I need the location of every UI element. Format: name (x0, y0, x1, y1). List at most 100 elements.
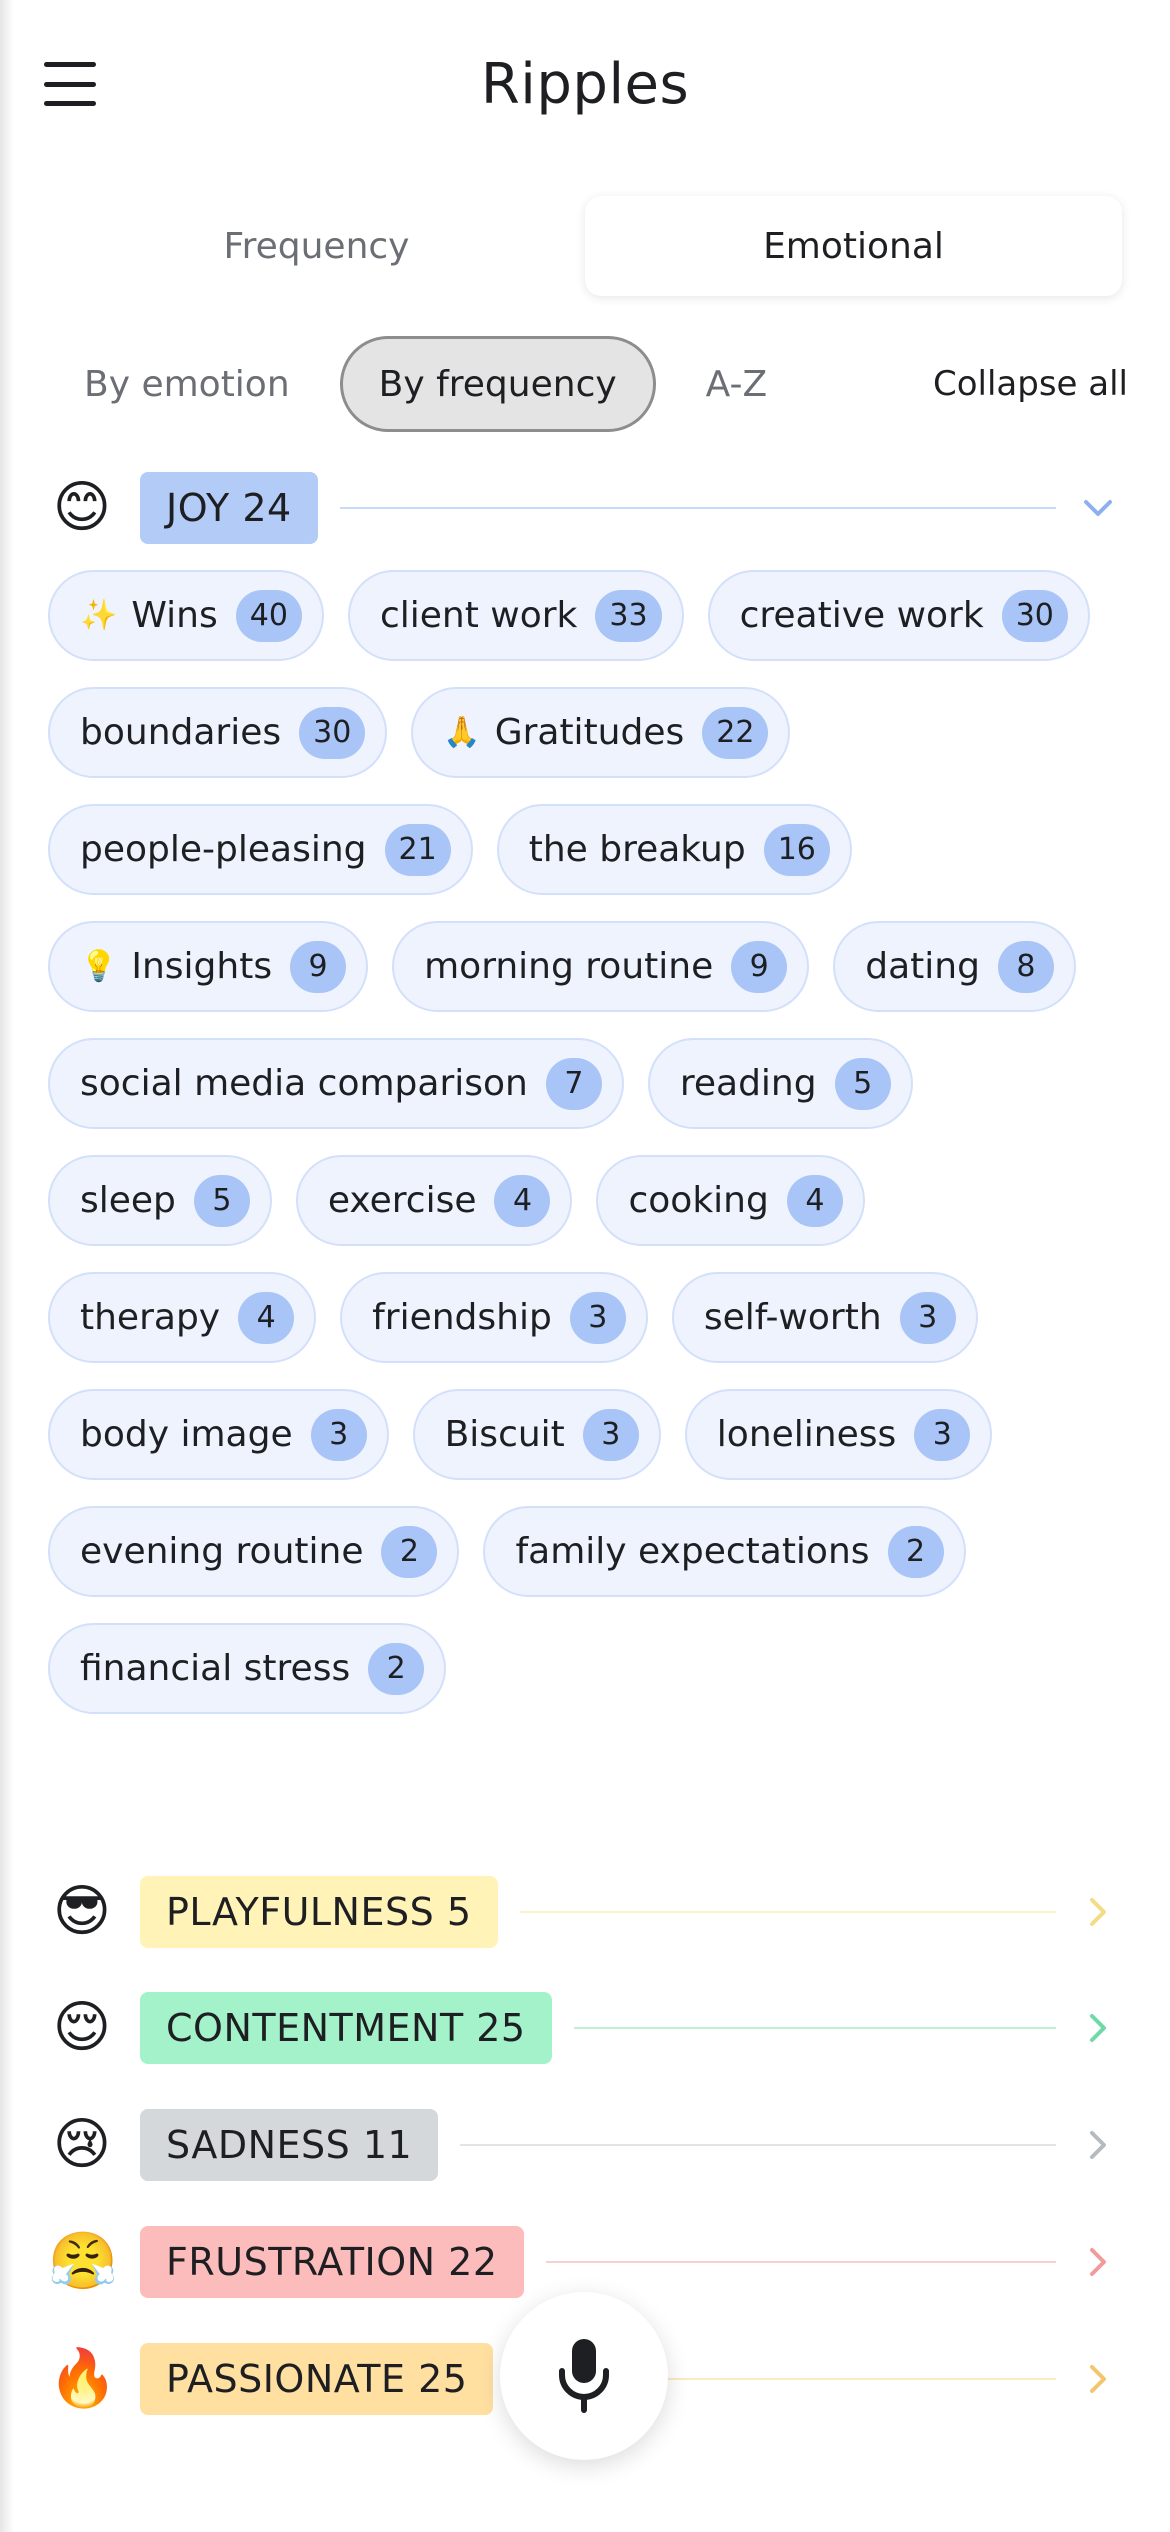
topic-chip[interactable]: dating 8 (833, 921, 1076, 1012)
topic-chip[interactable]: ✨ Wins 40 (48, 570, 324, 661)
topic-count-badge: 2 (368, 1642, 425, 1695)
topic-label: body image (80, 1414, 293, 1455)
category-badge: SADNESS 11 (140, 2109, 439, 2181)
topic-label: people-pleasing (80, 829, 367, 870)
category-badge: JOY 24 (140, 472, 318, 544)
topic-chip[interactable]: creative work 30 (707, 570, 1090, 661)
category-badge: FRUSTRATION 22 (140, 2226, 524, 2298)
topic-count-badge: 21 (384, 823, 451, 876)
chevron-right-icon[interactable] (1078, 2242, 1118, 2282)
microphone-icon (559, 2339, 609, 2413)
topic-chip[interactable]: exercise 4 (295, 1155, 573, 1246)
topic-chip[interactable]: body image 3 (48, 1389, 389, 1480)
chevron-right-icon[interactable] (1078, 1892, 1118, 1932)
topic-count-badge: 2 (381, 1525, 438, 1578)
category-badge: PLAYFULNESS 5 (140, 1876, 498, 1948)
topic-chip[interactable]: reading 5 (647, 1038, 913, 1129)
topic-label: Gratitudes (494, 712, 685, 753)
sort-a-z[interactable]: A-Z (670, 336, 804, 432)
category-row-joy[interactable]: 😊 JOY 24 (48, 470, 1118, 546)
topic-count-badge: 4 (494, 1174, 551, 1227)
topic-count-badge: 4 (238, 1291, 295, 1344)
topic-chip[interactable]: 💡 Insights 9 (48, 921, 369, 1012)
page-title: Ripples (480, 52, 690, 117)
topic-chip[interactable]: financial stress 2 (48, 1623, 447, 1714)
topic-chip[interactable]: sleep 5 (48, 1155, 272, 1246)
tab-frequency[interactable]: Frequency (48, 196, 585, 296)
topic-label: morning routine (424, 946, 714, 987)
category-emoji: 🔥 (48, 2346, 118, 2411)
app-header: Ripples (0, 0, 1170, 180)
collapse-all-button[interactable]: Collapse all (933, 364, 1128, 404)
record-button[interactable] (500, 2292, 668, 2460)
topic-label: the breakup (528, 829, 746, 870)
topic-label: family expectations (515, 1531, 870, 1572)
category-divider (460, 2144, 1056, 2146)
topic-count-badge: 8 (997, 940, 1054, 993)
topic-label: sleep (80, 1180, 176, 1221)
topic-count-badge: 3 (569, 1291, 626, 1344)
drawer-edge-shadow (0, 0, 14, 2532)
topic-label: Insights (131, 946, 273, 987)
topic-chip[interactable]: client work 33 (347, 570, 684, 661)
tab-emotional[interactable]: Emotional (585, 196, 1122, 296)
topic-chip[interactable]: Biscuit 3 (412, 1389, 661, 1480)
topic-count-badge: 3 (899, 1291, 956, 1344)
topic-label: reading (679, 1063, 817, 1104)
topic-count-badge: 5 (834, 1057, 891, 1110)
category-divider (573, 2027, 1056, 2029)
topic-label: client work (379, 595, 578, 636)
topic-label: therapy (80, 1297, 221, 1338)
topic-count-badge: 3 (582, 1408, 639, 1461)
category-emoji: 😤 (48, 2229, 118, 2294)
topic-chip[interactable]: loneliness 3 (684, 1389, 993, 1480)
sort-by-frequency[interactable]: By frequency (339, 336, 656, 432)
chevron-right-icon[interactable] (1078, 2008, 1118, 2048)
topic-chip[interactable]: people-pleasing 21 (48, 804, 473, 895)
topic-count-badge: 30 (299, 706, 366, 759)
topic-count-badge: 4 (786, 1174, 843, 1227)
topic-count-badge: 16 (763, 823, 830, 876)
category-emoji: 😌 (52, 1995, 112, 2060)
topic-chip[interactable]: friendship 3 (340, 1272, 648, 1363)
topic-label: cooking (628, 1180, 769, 1221)
topic-count-badge: 5 (193, 1174, 250, 1227)
category-row-contentment[interactable]: 😌 CONTENTMENT 25 (48, 1990, 1118, 2066)
topic-chip[interactable]: boundaries 30 (48, 687, 388, 778)
topic-chip[interactable]: family expectations 2 (483, 1506, 966, 1597)
category-divider (519, 1911, 1056, 1913)
topic-chip[interactable]: morning routine 9 (392, 921, 810, 1012)
topic-count-badge: 9 (731, 940, 788, 993)
topic-count-badge: 3 (914, 1408, 971, 1461)
topic-chip[interactable]: therapy 4 (48, 1272, 317, 1363)
topic-chip[interactable]: evening routine 2 (48, 1506, 460, 1597)
topic-count-badge: 3 (310, 1408, 367, 1461)
topic-count-badge: 2 (887, 1525, 944, 1578)
topic-label: loneliness (716, 1414, 897, 1455)
topic-emoji: 💡 (80, 949, 118, 984)
chevron-right-icon[interactable] (1078, 2359, 1118, 2399)
chevron-right-icon[interactable] (1078, 2125, 1118, 2165)
category-emoji: 😊 (52, 475, 112, 540)
topic-chip[interactable]: self-worth 3 (671, 1272, 978, 1363)
topic-label: evening routine (80, 1531, 364, 1572)
topic-chip[interactable]: cooking 4 (596, 1155, 865, 1246)
chevron-down-icon[interactable] (1078, 488, 1118, 528)
category-badge: CONTENTMENT 25 (140, 1992, 552, 2064)
category-row-playfulness[interactable]: 😎 PLAYFULNESS 5 (48, 1874, 1118, 1950)
topic-label: social media comparison (80, 1063, 528, 1104)
topic-label: exercise (327, 1180, 477, 1221)
topic-chip[interactable]: social media comparison 7 (48, 1038, 624, 1129)
topic-chip[interactable]: the breakup 16 (496, 804, 852, 895)
topic-emoji: ✨ (80, 598, 118, 633)
topic-chip[interactable]: 🙏 Gratitudes 22 (411, 687, 791, 778)
topic-count-badge: 33 (595, 589, 662, 642)
category-row-sadness[interactable]: 😢 SADNESS 11 (48, 2107, 1118, 2183)
topic-count-badge: 22 (702, 706, 769, 759)
category-row-frustration[interactable]: 😤 FRUSTRATION 22 (48, 2224, 1118, 2300)
topic-count-badge: 7 (545, 1057, 602, 1110)
topic-label: Biscuit (444, 1414, 565, 1455)
topic-label: self-worth (703, 1297, 882, 1338)
sort-by-emotion[interactable]: By emotion (48, 336, 326, 432)
category-divider (545, 2261, 1056, 2263)
